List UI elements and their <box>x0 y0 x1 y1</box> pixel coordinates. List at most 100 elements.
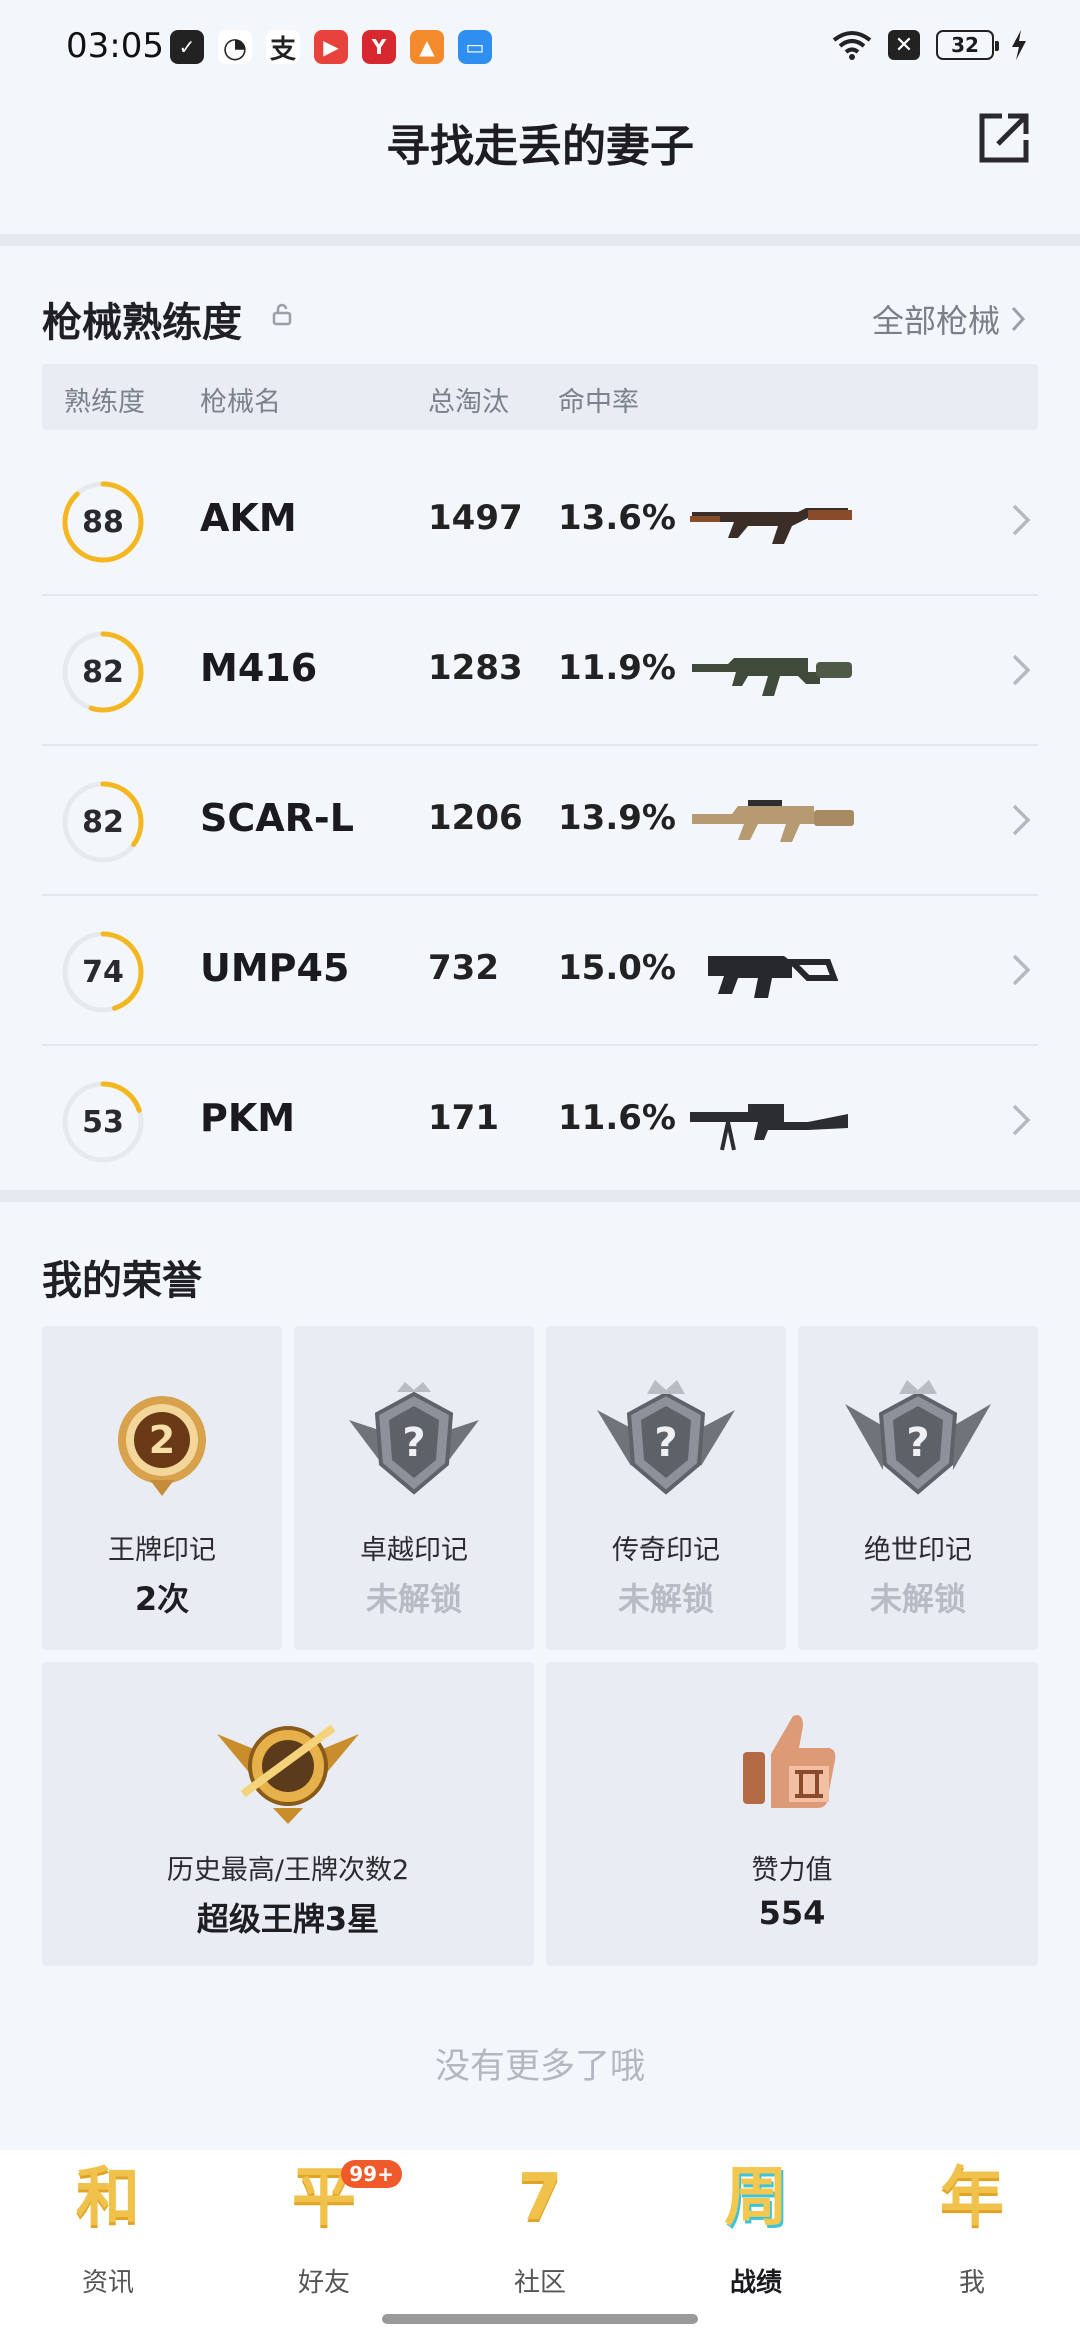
weapon-name: AKM <box>200 496 297 540</box>
weapon-name: M416 <box>200 646 318 690</box>
section-divider <box>0 234 1080 246</box>
weapon-accuracy: 15.0% <box>558 948 676 988</box>
weapon-name: SCAR-L <box>200 796 354 840</box>
honors-title: 我的荣誉 <box>42 1258 202 1304</box>
weapon-row[interactable]: 82 M416 1283 11.9% <box>42 596 1038 746</box>
weapon-accuracy: 11.9% <box>558 648 676 688</box>
honor-value: 未解锁 <box>617 1580 714 1618</box>
weapon-row[interactable]: 88 AKM 1497 13.6% <box>42 446 1038 596</box>
chevron-right-icon <box>1012 504 1031 536</box>
column-weapon-name: 枪械名 <box>200 387 281 418</box>
column-total-kills: 总淘汰 <box>428 387 509 418</box>
proficiency-value: 82 <box>82 654 124 690</box>
share-icon[interactable] <box>972 106 1036 170</box>
weapon-accuracy: 13.6% <box>558 498 676 538</box>
nav-label: 资讯 <box>81 2268 134 2298</box>
honor-label: 绝世印记 <box>864 1535 972 1566</box>
honor-label: 赞力值 <box>751 1855 833 1886</box>
weapon-row[interactable]: 53 PKM 171 11.6% <box>42 1046 1038 1196</box>
weapon-kills: 171 <box>428 1098 499 1138</box>
status-right: ✕ 32 <box>832 30 1028 60</box>
svg-text:?: ? <box>654 1420 677 1466</box>
page-title: 寻找走丢的妻子 <box>386 121 694 172</box>
akm-rifle-icon <box>690 508 852 544</box>
nav-label: 社区 <box>513 2268 566 2298</box>
column-accuracy: 命中率 <box>558 387 639 418</box>
blue-app-icon: ▭ <box>458 30 492 64</box>
nav-friends[interactable]: 平 99+ 好友 <box>216 2150 432 2340</box>
nav-me[interactable]: 年 我 <box>864 2150 1080 2340</box>
bottom-nav: 和 资讯 平 99+ 好友 7 社区 周 战绩 年 我 <box>0 2150 1080 2340</box>
chevron-right-icon <box>1012 654 1031 686</box>
svg-text:2: 2 <box>149 1418 175 1462</box>
honor-card-legend[interactable]: ? 传奇印记 未解锁 <box>546 1326 786 1650</box>
battery-icon: 32 <box>936 30 999 60</box>
nav-me-icon: 年 <box>940 2161 1004 2235</box>
home-indicator[interactable] <box>382 2314 698 2324</box>
weapon-name: UMP45 <box>200 946 350 990</box>
x-icon: ✕ <box>888 30 920 60</box>
thumbs-up-icon <box>743 1715 836 1808</box>
nav-community[interactable]: 7 社区 <box>432 2150 648 2340</box>
chevron-right-icon <box>1011 306 1026 332</box>
all-weapons-label: 全部枪械 <box>871 302 1000 340</box>
proficiency-value: 88 <box>82 504 124 540</box>
weapon-table-header: 熟练度 枪械名 总淘汰 命中率 <box>42 364 1038 430</box>
locked-badge-icon: ? <box>597 1380 735 1495</box>
honor-card-peerless[interactable]: ? 绝世印记 未解锁 <box>798 1326 1038 1650</box>
honor-card-highest-tier[interactable]: 历史最高/王牌次数2 超级王牌3星 <box>42 1662 534 1966</box>
honor-value: 超级王牌3星 <box>196 1900 380 1938</box>
nav-label: 战绩 <box>729 2268 782 2298</box>
svg-text:?: ? <box>402 1420 425 1466</box>
weapon-accuracy: 11.6% <box>558 1098 676 1138</box>
nav-label: 我 <box>958 2268 985 2298</box>
super-ace-emblem-icon <box>217 1724 359 1824</box>
honor-value: 2次 <box>134 1580 190 1618</box>
status-app-icons: ✓ ◔ 支 ▶ Y ▲ ▭ <box>170 30 492 65</box>
honor-card-excellence[interactable]: ? 卓越印记 未解锁 <box>294 1326 534 1650</box>
column-proficiency: 熟练度 <box>64 387 145 418</box>
chevron-right-icon <box>1012 1104 1031 1136</box>
lock-icon[interactable] <box>270 302 294 326</box>
nav-news-icon: 和 <box>76 2161 140 2235</box>
honor-label: 王牌印记 <box>108 1535 216 1566</box>
locked-badge-icon: ? <box>845 1380 991 1495</box>
all-weapons-link[interactable]: 全部枪械 <box>872 296 1026 342</box>
honor-card-likes[interactable]: 赞力值 554 <box>546 1662 1038 1966</box>
weapon-row[interactable]: 82 SCAR-L 1206 13.9% <box>42 746 1038 896</box>
weapon-kills: 1497 <box>428 498 523 538</box>
alipay-icon: 支 <box>266 30 300 65</box>
proficiency-value: 53 <box>82 1104 124 1140</box>
weapon-kills: 1283 <box>428 648 523 688</box>
weapon-proficiency-section: 枪械熟练度 全部枪械 熟练度 枪械名 总淘汰 命中率 88 AKM 1497 13.6… <box>0 246 1080 1196</box>
weapon-kills: 732 <box>428 948 499 988</box>
weapon-name: PKM <box>200 1096 296 1140</box>
nav-records-icon: 周 <box>724 2161 788 2235</box>
honor-value: 554 <box>758 1894 826 1932</box>
shield-app-icon: ✓ <box>170 30 204 64</box>
chevron-right-icon <box>1012 954 1031 986</box>
weapon-accuracy: 13.9% <box>558 798 676 838</box>
header: 寻找走丢的妻子 <box>0 96 1080 236</box>
orange-app-icon: ▲ <box>410 30 444 64</box>
honor-value: 未解锁 <box>869 1580 966 1618</box>
honor-label: 卓越印记 <box>360 1535 468 1566</box>
weapon-section-title: 枪械熟练度 <box>42 300 242 346</box>
notification-badge: 99+ <box>341 2160 402 2188</box>
nav-news[interactable]: 和 资讯 <box>0 2150 216 2340</box>
honor-card-ace[interactable]: 2 王牌印记 2次 <box>42 1326 282 1650</box>
nav-records[interactable]: 周 战绩 <box>648 2150 864 2340</box>
weapon-row[interactable]: 74 UMP45 732 15.0% <box>42 896 1038 1046</box>
wechat-icon: ◔ <box>218 30 252 64</box>
svg-text:?: ? <box>906 1420 929 1466</box>
chevron-right-icon <box>1012 804 1031 836</box>
charging-icon <box>1012 30 1026 60</box>
weapon-kills: 1206 <box>428 798 523 838</box>
nav-community-icon: 7 <box>517 2161 563 2235</box>
proficiency-value: 82 <box>82 804 124 840</box>
locked-badge-icon: ? <box>349 1382 479 1495</box>
m416-rifle-icon <box>692 658 852 696</box>
proficiency-value: 74 <box>82 954 124 990</box>
video-app-icon: ▶ <box>314 30 348 64</box>
red-app-icon: Y <box>362 30 396 64</box>
